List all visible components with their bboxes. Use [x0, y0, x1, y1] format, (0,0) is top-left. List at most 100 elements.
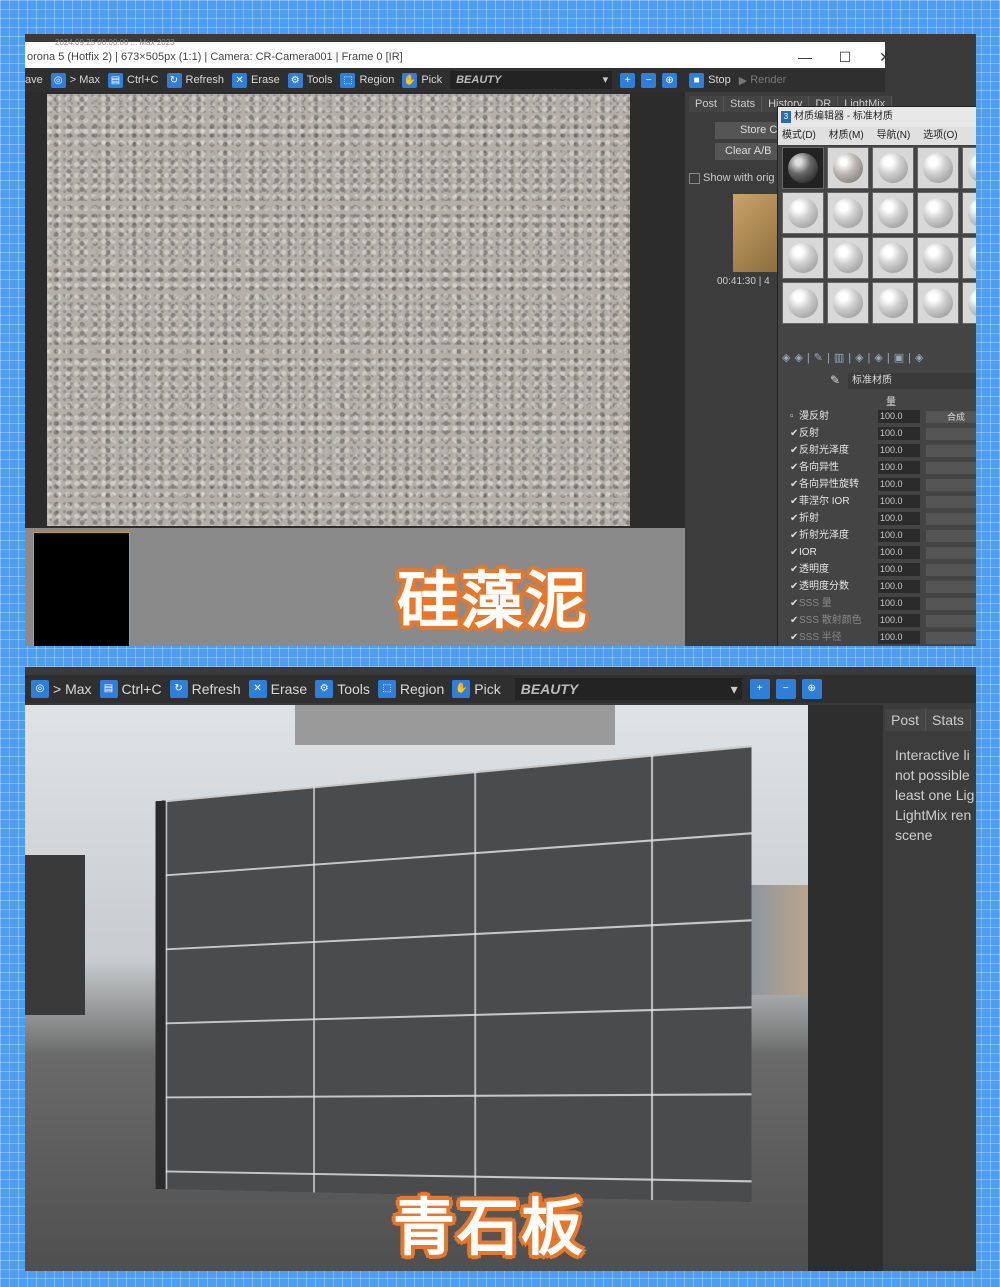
param-value-spinner[interactable]: 100.0: [878, 614, 920, 627]
history-thumbnail[interactable]: [733, 194, 783, 272]
param-map-button[interactable]: [926, 564, 976, 576]
material-slot[interactable]: [872, 147, 914, 189]
zoom-out-button[interactable]: −: [776, 679, 800, 699]
material-slot[interactable]: [917, 282, 959, 324]
erase-button[interactable]: ✕ Erase: [232, 73, 280, 88]
refresh-button[interactable]: ↻ Refresh: [170, 680, 241, 698]
tab-post[interactable]: Post: [885, 709, 926, 731]
eyedropper-icon[interactable]: ✎: [830, 373, 840, 387]
param-map-button[interactable]: [926, 462, 976, 474]
param-row[interactable]: ✔透明度 100.0: [790, 562, 976, 578]
zoom-fit-button[interactable]: ⊕: [662, 73, 681, 88]
send-to-max-button[interactable]: ◎ > Max: [31, 680, 92, 698]
zoom-in-button[interactable]: +: [620, 73, 639, 88]
region-button[interactable]: ⬚ Region: [340, 73, 394, 88]
copy-button[interactable]: ▤ Ctrl+C: [108, 73, 158, 88]
tools-button[interactable]: ⚙ Tools: [288, 73, 333, 88]
param-map-button[interactable]: 合成: [926, 411, 976, 423]
copy-button[interactable]: ▤ Ctrl+C: [100, 680, 162, 698]
erase-button[interactable]: ✕ Erase: [249, 680, 308, 698]
stop-button[interactable]: ■ Stop: [689, 73, 731, 88]
param-map-button[interactable]: [926, 632, 976, 644]
param-value-spinner[interactable]: 100.0: [878, 597, 920, 610]
checkbox-icon[interactable]: ✔: [790, 596, 799, 612]
param-value-spinner[interactable]: 100.0: [878, 529, 920, 542]
param-row[interactable]: ✔SSS 半径 100.0: [790, 630, 976, 646]
param-value-spinner[interactable]: 100.0: [878, 495, 920, 508]
param-row[interactable]: ✔SSS 量 100.0: [790, 596, 976, 612]
checkbox-icon[interactable]: ✔: [790, 630, 799, 646]
save-button[interactable]: ave: [25, 74, 43, 86]
param-map-button[interactable]: [926, 615, 976, 627]
material-name-field[interactable]: 标准材质: [848, 373, 976, 389]
param-row[interactable]: ✔IOR 100.0: [790, 545, 976, 561]
checkbox-icon[interactable]: ✔: [790, 562, 799, 578]
material-slot[interactable]: [917, 147, 959, 189]
show-original-checkbox[interactable]: Show with orig: [689, 172, 775, 184]
material-slot[interactable]: [872, 282, 914, 324]
checkbox-icon[interactable]: ✔: [790, 579, 799, 595]
param-map-button[interactable]: [926, 496, 976, 508]
zoom-in-button[interactable]: +: [750, 679, 774, 699]
material-slot[interactable]: [782, 192, 824, 234]
checkbox-icon[interactable]: ▫: [790, 409, 799, 425]
checkbox-icon[interactable]: ✔: [790, 460, 799, 476]
menu-navigation[interactable]: 导航(N): [876, 130, 910, 141]
param-row[interactable]: ✔各向异性旋转 100.0: [790, 477, 976, 493]
param-row[interactable]: ▫ 漫反射 100.0 合成: [790, 409, 976, 425]
history-thumbnail-black[interactable]: [33, 532, 130, 646]
menu-options[interactable]: 选项(O): [923, 130, 957, 141]
material-editor-toolbar[interactable]: ◈◈|✎|▥|◈|◈|▣|◈: [782, 351, 927, 364]
param-value-spinner[interactable]: 100.0: [878, 563, 920, 576]
render-element-select[interactable]: BEAUTY ▾: [515, 678, 742, 700]
param-row[interactable]: ✔菲涅尔 IOR 100.0: [790, 494, 976, 510]
param-value-spinner[interactable]: 100.0: [878, 461, 920, 474]
param-row[interactable]: ✔透明度分数 100.0: [790, 579, 976, 595]
zoom-fit-button[interactable]: ⊕: [802, 679, 826, 699]
param-value-spinner[interactable]: 100.0: [878, 580, 920, 593]
param-value-spinner[interactable]: 100.0: [878, 546, 920, 559]
checkbox-icon[interactable]: ✔: [790, 613, 799, 629]
material-slot[interactable]: [782, 282, 824, 324]
material-slot[interactable]: [872, 192, 914, 234]
render-element-select[interactable]: BEAUTY ▾: [450, 71, 612, 89]
menu-mode[interactable]: 模式(D): [782, 130, 816, 141]
param-row[interactable]: ✔折射 100.0: [790, 511, 976, 527]
material-slot[interactable]: [782, 237, 824, 279]
param-map-button[interactable]: [926, 445, 976, 457]
material-slot[interactable]: [917, 192, 959, 234]
material-slot[interactable]: [917, 237, 959, 279]
param-map-button[interactable]: [926, 428, 976, 440]
render-button[interactable]: ▶ Render: [739, 74, 787, 87]
pick-button[interactable]: ✋ Pick: [452, 680, 500, 698]
checkbox-icon[interactable]: ✔: [790, 477, 799, 493]
param-row[interactable]: ✔折射光泽度 100.0: [790, 528, 976, 544]
param-row[interactable]: ✔反射 100.0: [790, 426, 976, 442]
param-value-spinner[interactable]: 100.0: [878, 512, 920, 525]
send-to-max-button[interactable]: ◎ > Max: [51, 73, 100, 88]
menu-material[interactable]: 材质(M): [829, 130, 864, 141]
param-map-button[interactable]: [926, 479, 976, 491]
tab-stats[interactable]: Stats: [724, 96, 762, 112]
param-value-spinner[interactable]: 100.0: [878, 410, 920, 423]
param-row[interactable]: ✔各向异性 100.0: [790, 460, 976, 476]
param-value-spinner[interactable]: 100.0: [878, 444, 920, 457]
region-button[interactable]: ⬚ Region: [378, 680, 444, 698]
material-slot[interactable]: [962, 282, 976, 324]
checkbox-icon[interactable]: ✔: [790, 511, 799, 527]
material-slot[interactable]: [827, 192, 869, 234]
material-slot[interactable]: [872, 237, 914, 279]
material-slot[interactable]: [827, 282, 869, 324]
tab-post[interactable]: Post: [689, 96, 724, 112]
param-map-button[interactable]: [926, 547, 976, 559]
checkbox-icon[interactable]: ✔: [790, 443, 799, 459]
pick-button[interactable]: ✋ Pick: [402, 73, 442, 88]
tab-stats[interactable]: Stats: [926, 709, 971, 731]
param-map-button[interactable]: [926, 598, 976, 610]
zoom-out-button[interactable]: −: [641, 73, 660, 88]
checkbox-icon[interactable]: ✔: [790, 426, 799, 442]
render-viewport[interactable]: [25, 92, 685, 528]
param-map-button[interactable]: [926, 513, 976, 525]
material-slot[interactable]: [782, 147, 824, 189]
param-row[interactable]: ✔反射光泽度 100.0: [790, 443, 976, 459]
